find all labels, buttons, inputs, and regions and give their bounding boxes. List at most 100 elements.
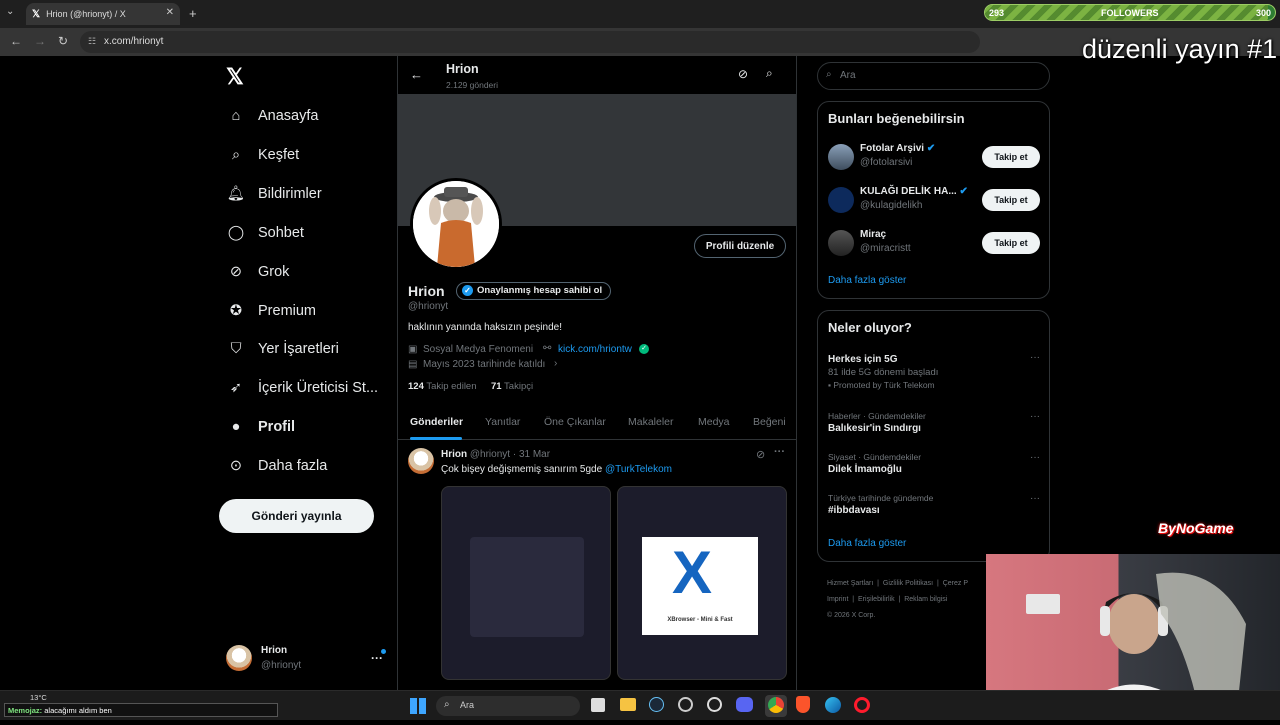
- weather-temp[interactable]: 13°C: [30, 693, 47, 702]
- following-link[interactable]: 124 Takip edilen: [408, 381, 477, 392]
- follow-button[interactable]: Takip et: [982, 146, 1040, 168]
- post-button[interactable]: Gönderi yayınla: [219, 499, 374, 533]
- tab-replies[interactable]: Yanıtlar: [485, 416, 520, 428]
- profile-avatar[interactable]: [410, 178, 502, 270]
- post[interactable]: Hrion @hrionyt · 31 Mar ⊘ ··· Çok bişey …: [398, 440, 796, 690]
- nav-item-label: Anasayfa: [258, 108, 319, 124]
- footer-link[interactable]: Erişilebilirlik: [858, 596, 895, 603]
- tab-search-icon[interactable]: ⌄: [6, 6, 14, 17]
- post-author[interactable]: Hrion: [441, 449, 467, 460]
- trend-item[interactable]: Türkiye tarihinde gündemde #ibbdavası ··…: [828, 493, 1040, 516]
- account-name: Hrion: [261, 645, 288, 656]
- trend-more-icon[interactable]: ···: [1030, 352, 1040, 363]
- trend-item[interactable]: Haberler · Gündemdekiler Balıkesir'in Sı…: [828, 411, 1040, 434]
- chrome-icon[interactable]: [768, 697, 784, 713]
- nav-item[interactable]: ⊘ Grok: [226, 257, 290, 287]
- nav-item[interactable]: ◯ Sohbet: [226, 218, 304, 248]
- steam-icon[interactable]: [649, 697, 664, 712]
- search-icon[interactable]: ⌕: [766, 66, 773, 81]
- bookmark-icon: ⛉: [230, 341, 242, 358]
- nav-item[interactable]: ⌕ Keşfet: [226, 140, 299, 170]
- url-field[interactable]: ☷ x.com/hrionyt: [80, 31, 980, 53]
- trend-subtitle: 81 ilde 5G dönemi başladı: [828, 367, 939, 378]
- nav-item-label: Daha fazla: [258, 458, 328, 475]
- get-verified-button[interactable]: ✓ Onaylanmış hesap sahibi ol: [456, 282, 612, 300]
- nav-item[interactable]: ⊙ Daha fazla: [226, 451, 327, 481]
- post-date[interactable]: · 31 Mar: [513, 449, 550, 460]
- nav-item[interactable]: ➶ İçerik Üreticisi St...: [226, 373, 378, 403]
- post-image-1[interactable]: [441, 486, 611, 680]
- ad-title: XBrowser - Mini & Fast: [667, 617, 733, 623]
- reload-icon[interactable]: ↻: [58, 34, 68, 48]
- chevron-right-icon[interactable]: ›: [554, 358, 557, 369]
- post-image-2[interactable]: X XBrowser - Mini & Fast: [617, 486, 787, 680]
- trend-more-icon[interactable]: ···: [1030, 493, 1040, 504]
- trend-context: Türkiye tarihinde gündemde: [828, 493, 934, 503]
- nav-item[interactable]: 🔔︎ Bildirimler: [226, 179, 322, 209]
- back-arrow-icon[interactable]: ←: [410, 67, 423, 82]
- trend-more-icon[interactable]: ···: [1030, 411, 1040, 422]
- profile-link[interactable]: kick.com/hriontw: [558, 344, 632, 355]
- tab-highlights[interactable]: Öne Çıkanlar: [544, 416, 606, 428]
- new-tab-icon[interactable]: +: [189, 6, 197, 21]
- opera-icon[interactable]: [854, 697, 870, 713]
- suggestion-item[interactable]: Miraç @miracristt Takip et: [828, 228, 1040, 258]
- profile-tabs: Gönderiler Yanıtlar Öne Çıkanlar Makalel…: [398, 406, 796, 440]
- nav-item[interactable]: ✪ Premium: [226, 296, 316, 326]
- grok-icon[interactable]: ⊘: [738, 67, 748, 81]
- follow-button[interactable]: Takip et: [982, 189, 1040, 211]
- app-icon[interactable]: [707, 697, 722, 712]
- show-more-link[interactable]: Daha fazla göster: [828, 275, 906, 286]
- post-handle[interactable]: @hrionyt: [470, 449, 510, 460]
- trends-show-more-link[interactable]: Daha fazla göster: [828, 538, 906, 549]
- post-avatar[interactable]: [408, 448, 434, 474]
- more-circle-icon: ⊙: [229, 458, 243, 475]
- url-text: x.com/hrionyt: [104, 36, 164, 47]
- close-tab-icon[interactable]: ✕: [166, 7, 174, 18]
- file-explorer-icon[interactable]: [620, 698, 636, 711]
- suggestion-avatar: [828, 230, 854, 256]
- windows-start-icon[interactable]: [410, 698, 426, 714]
- trend-more-icon[interactable]: ···: [1030, 452, 1040, 463]
- trend-item[interactable]: Siyaset · Gündemdekiler Dilek İmamoğlu ·…: [828, 452, 1040, 475]
- suggestion-item[interactable]: KULAĞI DELİK HA... ✔ @kulagidelikh Takip…: [828, 185, 1040, 215]
- nav-item[interactable]: ⛉ Yer İşaretleri: [226, 334, 339, 364]
- edit-profile-button[interactable]: Profili düzenle: [694, 234, 786, 258]
- task-view-icon[interactable]: [591, 698, 605, 712]
- footer-link[interactable]: Gizlilik Politikası: [883, 580, 933, 587]
- brave-icon[interactable]: [796, 696, 810, 713]
- site-info-icon[interactable]: ☷: [88, 36, 96, 47]
- footer-link[interactable]: Hizmet Şartları: [827, 580, 873, 587]
- forward-icon[interactable]: →: [34, 34, 46, 48]
- footer-link[interactable]: Çerez P: [943, 580, 968, 587]
- nav-item[interactable]: ● Profil: [226, 412, 295, 442]
- link-verified-icon: ✓: [639, 344, 649, 354]
- browser-tab[interactable]: 𝕏 Hrion (@hrionyt) / X ✕: [26, 3, 180, 25]
- account-switcher[interactable]: Hrion @hrionyt ···: [226, 643, 391, 675]
- followers-goal-bar: 293 FOLLOWERS 300: [984, 4, 1276, 21]
- nav-item-label: İçerik Üreticisi St...: [258, 380, 379, 397]
- taskbar-search[interactable]: ⌕ Ara: [436, 696, 580, 716]
- follow-button[interactable]: Takip et: [982, 232, 1040, 254]
- trend-promoted: ▪ Promoted by Türk Telekom: [828, 380, 935, 390]
- nav-item[interactable]: ⌂ Anasayfa: [226, 101, 319, 131]
- tab-media[interactable]: Medya: [698, 416, 730, 428]
- joined-date: Mayıs 2023 tarihinde katıldı: [423, 359, 546, 370]
- tab-likes[interactable]: Beğeni: [753, 416, 786, 428]
- post-mention[interactable]: @TurkTelekom: [605, 464, 672, 475]
- footer-link[interactable]: Imprint: [827, 596, 848, 603]
- tab-posts[interactable]: Gönderiler: [410, 416, 463, 428]
- suggestion-item[interactable]: Fotolar Arşivi ✔ @fotolarsivi Takip et: [828, 142, 1040, 172]
- back-icon[interactable]: ←: [10, 34, 22, 48]
- discord-icon[interactable]: [736, 697, 753, 712]
- grok-explain-icon[interactable]: ⊘: [756, 448, 765, 461]
- x-logo-icon[interactable]: 𝕏: [226, 64, 244, 90]
- trend-item[interactable]: Herkes için 5G 81 ilde 5G dönemi başladı…: [828, 352, 1040, 390]
- edge-icon[interactable]: [825, 697, 841, 713]
- search-input[interactable]: ⌕ Ara: [817, 62, 1050, 90]
- post-more-icon[interactable]: ···: [774, 446, 785, 458]
- followers-link[interactable]: 71 Takipçi: [491, 381, 533, 392]
- tab-articles[interactable]: Makaleler: [628, 416, 674, 428]
- app-icon[interactable]: [678, 697, 693, 712]
- footer-link[interactable]: Reklam bilgisi: [904, 596, 947, 603]
